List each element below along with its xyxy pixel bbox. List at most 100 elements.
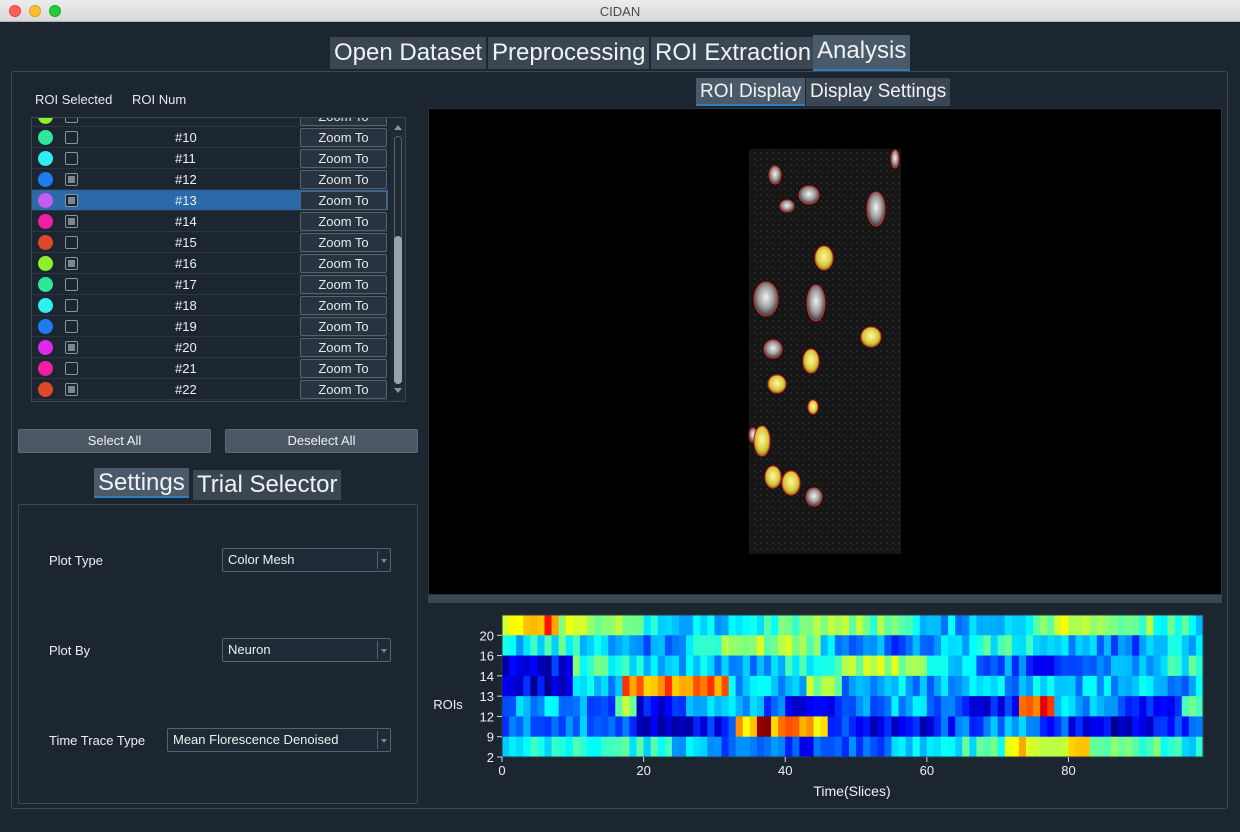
heatmap-cell [502, 655, 510, 677]
zoom-to-button[interactable]: Zoom To [300, 296, 387, 315]
roi-checkbox[interactable] [65, 341, 78, 354]
list-item[interactable]: #13 Zoom To [32, 190, 388, 211]
heatmap-cell [1047, 696, 1055, 717]
roi-checkbox[interactable] [65, 118, 78, 123]
heatmap-cell [1082, 655, 1091, 677]
roi-color-dot [38, 361, 53, 376]
zoom-to-button[interactable]: Zoom To [300, 380, 387, 399]
roi-checkbox[interactable] [65, 362, 78, 375]
scroll-thumb[interactable] [394, 236, 402, 384]
heatmap-cell [700, 696, 708, 717]
zoom-to-button[interactable]: Zoom To [300, 128, 387, 147]
heatmap-cell [664, 736, 673, 758]
zoom-to-button[interactable]: Zoom To [300, 212, 387, 231]
heatmap-cell [544, 675, 553, 697]
zoom-to-button[interactable]: Zoom To [300, 170, 387, 189]
roi-checkbox[interactable] [65, 194, 78, 207]
list-item[interactable]: #17 Zoom To [32, 274, 388, 295]
list-item[interactable]: #12 Zoom To [32, 169, 388, 190]
zoom-to-button[interactable]: Zoom To [300, 149, 387, 168]
zoom-to-button[interactable]: Zoom To [300, 233, 387, 252]
scroll-up-icon[interactable] [394, 125, 402, 130]
tab-settings[interactable]: Settings [94, 468, 189, 498]
roi-checkbox[interactable] [65, 173, 78, 186]
window-title: CIDAN [599, 4, 641, 19]
tab-analysis[interactable]: Analysis [813, 35, 911, 71]
roi-checkbox[interactable] [65, 299, 78, 312]
heatmap-cell [1040, 615, 1048, 636]
heatmap-cell [955, 635, 963, 656]
view-splitter[interactable] [428, 595, 1222, 603]
heatmap-cell [1160, 615, 1169, 636]
heatmap-cell [509, 736, 517, 758]
tab-preprocessing[interactable]: Preprocessing [488, 37, 650, 69]
heatmap-cell [848, 615, 857, 636]
list-item[interactable]: #21 Zoom To [32, 358, 388, 379]
heatmap-cell [686, 655, 694, 677]
list-item[interactable]: #10 Zoom To [32, 127, 388, 148]
tab-roi-extraction[interactable]: ROI Extraction [651, 37, 816, 69]
zoom-to-button[interactable]: Zoom To [300, 118, 387, 126]
plot-by-select[interactable]: Neuron [222, 638, 391, 662]
heatmap-cell [523, 615, 531, 636]
list-item[interactable]: #18 Zoom To [32, 295, 388, 316]
heatmap-cell [572, 716, 581, 738]
roi-checkbox[interactable] [65, 215, 78, 228]
list-item[interactable]: #11 Zoom To [32, 148, 388, 169]
heatmap-cell [636, 655, 645, 677]
select-all-button[interactable]: Select All [18, 429, 211, 453]
list-item[interactable]: #15 Zoom To [32, 232, 388, 253]
zoom-to-button[interactable]: Zoom To [300, 338, 387, 357]
heatmap-cell [579, 635, 588, 656]
heatmap-cell [1096, 675, 1105, 697]
tab-open-dataset[interactable]: Open Dataset [330, 37, 487, 69]
heatmap-cell [941, 716, 949, 738]
plot-type-select[interactable]: Color Mesh [222, 548, 391, 572]
list-item[interactable]: #20 Zoom To [32, 337, 388, 358]
heatmap-cell [1174, 655, 1183, 677]
scroll-down-icon[interactable] [394, 388, 402, 393]
deselect-all-button[interactable]: Deselect All [225, 429, 418, 453]
heatmap-cell [1139, 635, 1147, 656]
zoom-to-button[interactable]: Zoom To [300, 191, 387, 210]
zoom-to-button[interactable]: Zoom To [300, 317, 387, 336]
heatmap-cell [1181, 696, 1190, 717]
roi-checkbox[interactable] [65, 383, 78, 396]
time-trace-type-select[interactable]: Mean Florescence Denoised [167, 728, 391, 752]
roi-checkbox[interactable] [65, 131, 78, 144]
list-item[interactable]: #14 Zoom To [32, 211, 388, 232]
zoom-to-button[interactable]: Zoom To [300, 254, 387, 273]
roi-image-view[interactable] [428, 108, 1222, 595]
list-item[interactable]: Zoom To [32, 118, 388, 127]
heatmap-cell [707, 675, 716, 697]
heatmap-cell [700, 615, 708, 636]
heatmap-cell [771, 655, 779, 677]
roi-list[interactable]: Zoom To #10Zoom To#11Zoom To#12Zoom To#1… [31, 117, 406, 402]
heatmap-cell [1068, 655, 1077, 677]
heatmap-cell [615, 655, 623, 677]
tab-trial-selector[interactable]: Trial Selector [193, 470, 342, 500]
roi-checkbox[interactable] [65, 152, 78, 165]
tab-display-settings[interactable]: Display Settings [806, 78, 951, 106]
heatmap-cell [990, 635, 999, 656]
zoom-to-button[interactable]: Zoom To [300, 359, 387, 378]
tab-roi-display[interactable]: ROI Display [696, 78, 806, 106]
roi-checkbox[interactable] [65, 278, 78, 291]
heatmap-cell [756, 615, 765, 636]
heatmap-cell [1075, 696, 1084, 717]
list-item[interactable]: #16 Zoom To [32, 253, 388, 274]
plot-type-label: Plot Type [49, 553, 103, 568]
heatmap-cell [586, 696, 595, 717]
roi-checkbox[interactable] [65, 320, 78, 333]
heatmap-cell [636, 675, 645, 697]
roi-checkbox[interactable] [65, 257, 78, 270]
heatmap-cell [721, 716, 730, 738]
heatmap-cell [1110, 675, 1119, 697]
roi-checkbox[interactable] [65, 236, 78, 249]
list-item[interactable]: #22 Zoom To [32, 379, 388, 400]
heatmap-cell [714, 635, 723, 656]
heatmap-cell [1082, 716, 1091, 738]
roi-list-scrollbar[interactable] [390, 118, 405, 401]
zoom-to-button[interactable]: Zoom To [300, 275, 387, 294]
list-item[interactable]: #19 Zoom To [32, 316, 388, 337]
